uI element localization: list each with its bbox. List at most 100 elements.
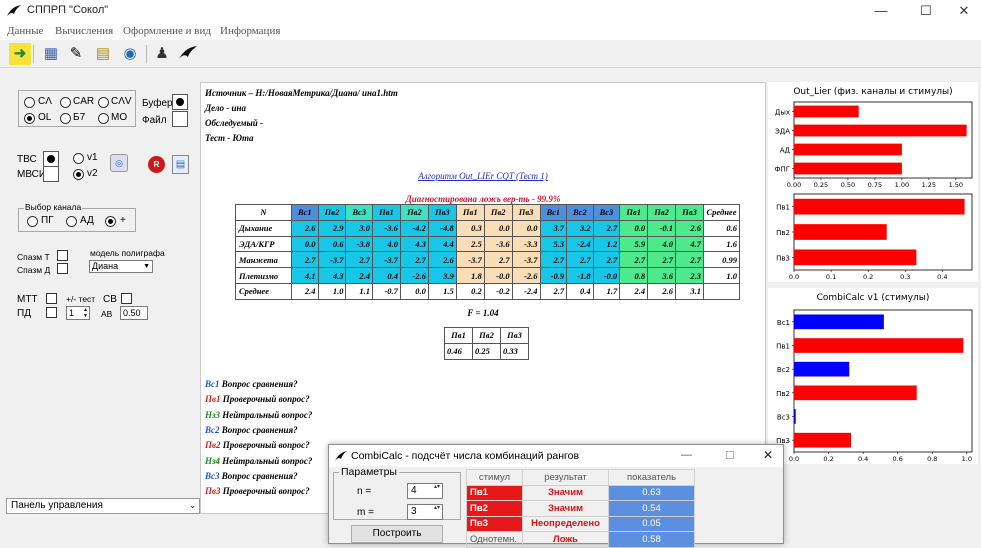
tvs-radio[interactable]: [43, 151, 59, 167]
cell: 4.0: [372, 235, 401, 253]
cc-button[interactable]: ◎: [110, 154, 128, 172]
import-arrow-icon[interactable]: ➜: [9, 43, 31, 65]
toolbar-divider: [33, 45, 34, 63]
header-cell: Пв1: [444, 327, 473, 344]
x-tick-label: 0.0: [789, 273, 799, 281]
cell: 2.6: [647, 282, 677, 300]
toolbar-divider: [146, 45, 147, 63]
cell: -4.2: [399, 219, 429, 237]
legend-item: Нз4 Нейтральный вопрос?: [205, 456, 312, 466]
cell: [703, 282, 740, 300]
sv-checkbox[interactable]: [121, 293, 132, 304]
cell: 0.0: [511, 219, 541, 237]
model-label: модель полиграфа: [90, 248, 165, 258]
v2-radio[interactable]: [73, 169, 84, 180]
menu-data[interactable]: Данные: [7, 25, 43, 37]
table-row[interactable]: Пв2 Значим 0.54: [466, 500, 695, 517]
n-spinner[interactable]: 4: [407, 483, 443, 499]
chevron-down-icon: ▼: [143, 263, 150, 270]
header-cell: Пв3: [427, 204, 457, 221]
spasm-t-label: Спазм Т: [17, 252, 50, 262]
panel-select[interactable]: Панель управления ⌄: [6, 498, 200, 514]
cell: 2.6: [427, 251, 457, 269]
spasm-t-checkbox[interactable]: [57, 250, 68, 261]
report-icon[interactable]: ▤: [172, 155, 189, 174]
channel-group-title: Выбор канала: [24, 202, 83, 212]
dialog-close-button[interactable]: ✕: [763, 448, 773, 462]
row-label: Дыхание: [235, 219, 292, 237]
cell: -0.7: [372, 282, 401, 300]
brush-icon[interactable]: ✎: [65, 43, 87, 65]
falcon-icon[interactable]: [178, 45, 198, 61]
v1-radio[interactable]: [73, 153, 84, 164]
table-row[interactable]: Однотемн. Ложь 0.58: [466, 531, 695, 548]
av-input[interactable]: 0.50: [120, 306, 148, 320]
calculator-icon[interactable]: ▦: [40, 43, 62, 65]
mtt-label: МТТ: [17, 294, 38, 305]
notepad-icon[interactable]: ▤: [92, 43, 114, 65]
mode-label: Б7: [73, 112, 86, 123]
mode-radio-ol[interactable]: [24, 113, 35, 124]
cell: 2.4: [345, 267, 374, 284]
bell-icon[interactable]: ♟: [151, 43, 173, 65]
pd-spinner[interactable]: 1 ▲ ▼: [66, 306, 90, 320]
legend-text: Нейтральный вопрос?: [220, 455, 313, 466]
dialog-minimize-button[interactable]: —: [681, 449, 692, 461]
help-head-icon[interactable]: ◉: [119, 43, 141, 65]
cell: 2.7: [619, 251, 649, 269]
menu-view[interactable]: Оформление и вид: [123, 25, 211, 37]
minimize-button[interactable]: —: [861, 0, 901, 22]
f-table: Пв1 Пв2 Пв3 0.46 0.25 0.33: [444, 327, 529, 360]
legend-code: Нз3: [205, 409, 221, 420]
table-row: 0.46 0.25 0.33: [444, 342, 529, 360]
cell: 3.9: [427, 267, 457, 284]
header-cell: Пв3: [500, 327, 529, 344]
combicalc-chart: CombiCalc v1 (стимулы)Вс1Пв1Вс2Пв2Вс3Пв3…: [768, 288, 978, 464]
mvsi-label: МВСИ: [17, 169, 47, 180]
cell: -3.7: [317, 251, 347, 269]
falcon-logo-icon: [7, 5, 21, 16]
m-spinner[interactable]: 3: [407, 504, 443, 520]
buffer-radio[interactable]: [172, 94, 188, 110]
mode-radio-clv[interactable]: [98, 97, 109, 108]
cell: 0.0: [399, 282, 429, 300]
mode-label: MO: [111, 112, 128, 123]
menu-info[interactable]: Информация: [220, 25, 280, 37]
close-button[interactable]: ✕: [944, 0, 981, 22]
mode-radio-car[interactable]: [60, 97, 71, 108]
value-cell: 0.58: [608, 531, 695, 548]
model-select[interactable]: Диана ▼: [89, 260, 153, 273]
table-header-row: стимул результат показатель: [466, 469, 695, 486]
dialog-maximize-button[interactable]: ☐: [725, 449, 735, 462]
mode-radio-b7[interactable]: [60, 113, 71, 124]
category-label: Пв1: [776, 343, 790, 351]
m-label: m =: [357, 507, 374, 518]
record-icon[interactable]: R: [148, 156, 165, 173]
cell: 5.9: [619, 235, 649, 253]
table-row[interactable]: Пв1 Значим 0.63: [466, 484, 695, 501]
maximize-button[interactable]: ☐: [906, 0, 946, 22]
table-row[interactable]: Пв3 Неопределено 0.05: [466, 515, 695, 532]
mtt-checkbox[interactable]: [46, 293, 57, 304]
spasm-d-checkbox[interactable]: [57, 263, 68, 274]
file-radio[interactable]: [172, 111, 188, 127]
category-label: Вс2: [777, 366, 790, 374]
category-label: ФПГ: [774, 166, 790, 174]
mode-radio-mo[interactable]: [98, 113, 109, 124]
params-group-title: Параметры: [339, 466, 399, 478]
mvsi-radio[interactable]: [43, 166, 59, 182]
channel-pg-radio[interactable]: [27, 216, 38, 227]
legend-text: Вопрос сравнения?: [219, 424, 298, 435]
cell: 1.0: [703, 267, 740, 284]
header-cell: Вс2: [566, 204, 594, 221]
mode-radio-cl[interactable]: [24, 97, 35, 108]
cell: 2.7: [291, 251, 319, 269]
menu-calc[interactable]: Вычисления: [55, 25, 113, 37]
channel-plus-radio[interactable]: [105, 216, 116, 227]
x-tick-label: 0.00: [787, 181, 801, 189]
table-row: Манжета 2.7 -3.7 2.7 -3.7 2.7 2.6 -3.7 2.7 -3.7 2.…: [235, 251, 740, 269]
header-cell: Пв2: [399, 204, 429, 221]
channel-ad-radio[interactable]: [66, 216, 77, 227]
pd-checkbox[interactable]: [46, 307, 57, 318]
build-button[interactable]: Построить: [351, 525, 443, 543]
